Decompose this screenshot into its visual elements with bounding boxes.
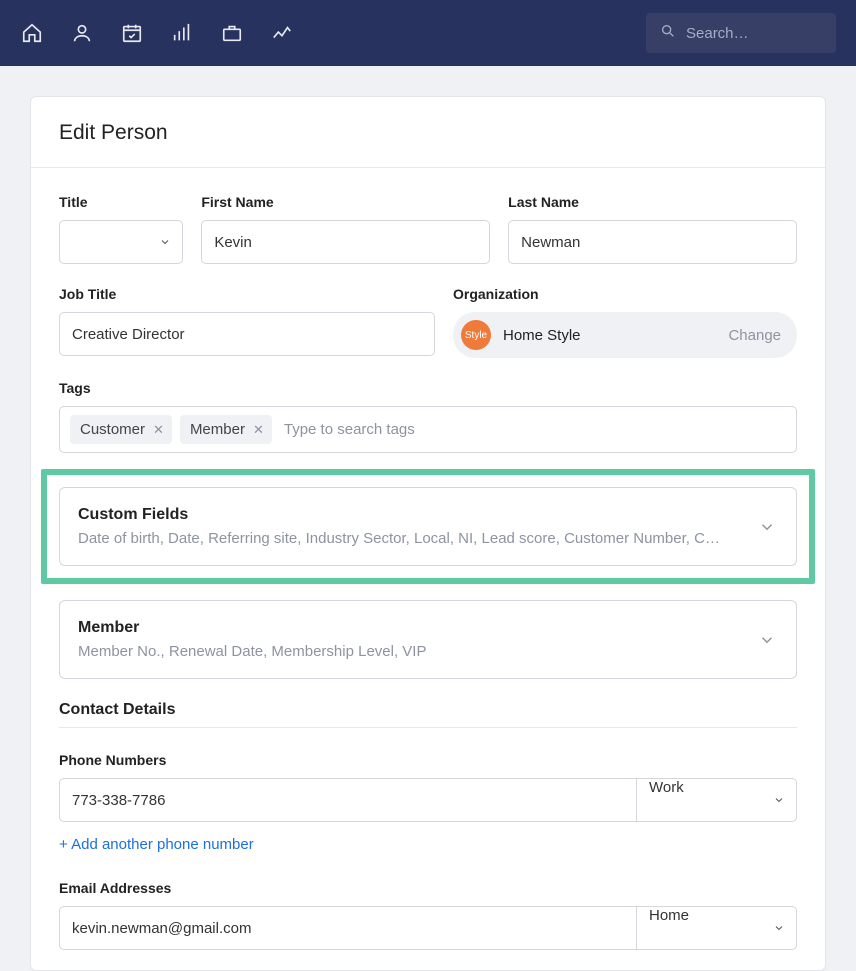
tag-label: Customer [80,421,145,438]
search-icon [660,23,676,44]
tags-label: Tags [59,380,797,396]
chevron-down-icon [771,919,786,937]
phone-row: Work [59,778,797,822]
tags-box[interactable]: Customer ✕ Member ✕ [59,406,797,453]
page-title: Edit Person [59,121,797,145]
tag-remove-icon[interactable]: ✕ [153,422,164,438]
tag-remove-icon[interactable]: ✕ [253,422,264,438]
briefcase-icon[interactable] [220,21,244,45]
tags-input[interactable] [280,415,786,444]
trend-icon[interactable] [270,21,294,45]
last-name-label: Last Name [508,194,797,210]
email-input[interactable] [60,907,636,949]
job-title-input[interactable] [60,313,434,355]
add-phone-link[interactable]: + Add another phone number [59,836,254,853]
organization-avatar: Style [461,320,491,350]
top-nav [0,0,856,66]
organization-field: Organization Style Home Style Change [453,286,797,358]
tag-chip: Customer ✕ [70,415,172,444]
phone-input[interactable] [60,779,636,821]
person-icon[interactable] [70,21,94,45]
calendar-check-icon[interactable] [120,21,144,45]
title-label: Title [59,194,183,210]
member-subtitle: Member No., Renewal Date, Membership Lev… [78,643,740,660]
organization-change-link[interactable]: Change [728,327,781,344]
first-name-input[interactable] [202,221,489,263]
member-title: Member [78,619,740,637]
tags-field: Tags Customer ✕ Member ✕ [59,380,797,453]
bars-icon[interactable] [170,21,194,45]
card-header: Edit Person [31,97,825,168]
last-name-field: Last Name [508,194,797,264]
email-type-select[interactable]: Home [637,906,797,950]
chevron-down-icon [771,791,786,809]
custom-fields-subtitle: Date of birth, Date, Referring site, Ind… [78,530,740,547]
job-title-field: Job Title [59,286,435,358]
phone-type-select[interactable]: Work [637,778,797,822]
organization-pill: Style Home Style Change [453,312,797,358]
home-icon[interactable] [20,21,44,45]
member-section[interactable]: Member Member No., Renewal Date, Members… [59,600,797,679]
contact-details-heading: Contact Details [59,701,797,719]
last-name-input[interactable] [509,221,796,263]
divider [59,727,797,728]
edit-person-card: Edit Person Title First Name La [30,96,826,971]
email-row: Home [59,906,797,950]
title-field: Title [59,194,183,264]
custom-fields-title: Custom Fields [78,506,740,524]
phone-label: Phone Numbers [59,752,797,768]
chevron-down-icon [159,233,173,251]
chevron-down-icon [756,516,778,538]
title-select[interactable] [59,220,183,264]
email-label: Email Addresses [59,880,797,896]
job-title-label: Job Title [59,286,435,302]
search-input[interactable] [686,25,822,42]
first-name-label: First Name [201,194,490,210]
tag-chip: Member ✕ [180,415,272,444]
first-name-field: First Name [201,194,490,264]
search-box[interactable] [646,13,836,53]
tag-label: Member [190,421,245,438]
organization-name: Home Style [503,327,581,344]
chevron-down-icon [756,629,778,651]
custom-fields-section[interactable]: Custom Fields Date of birth, Date, Refer… [59,487,797,566]
organization-label: Organization [453,286,797,302]
custom-fields-highlight: Custom Fields Date of birth, Date, Refer… [41,469,815,584]
